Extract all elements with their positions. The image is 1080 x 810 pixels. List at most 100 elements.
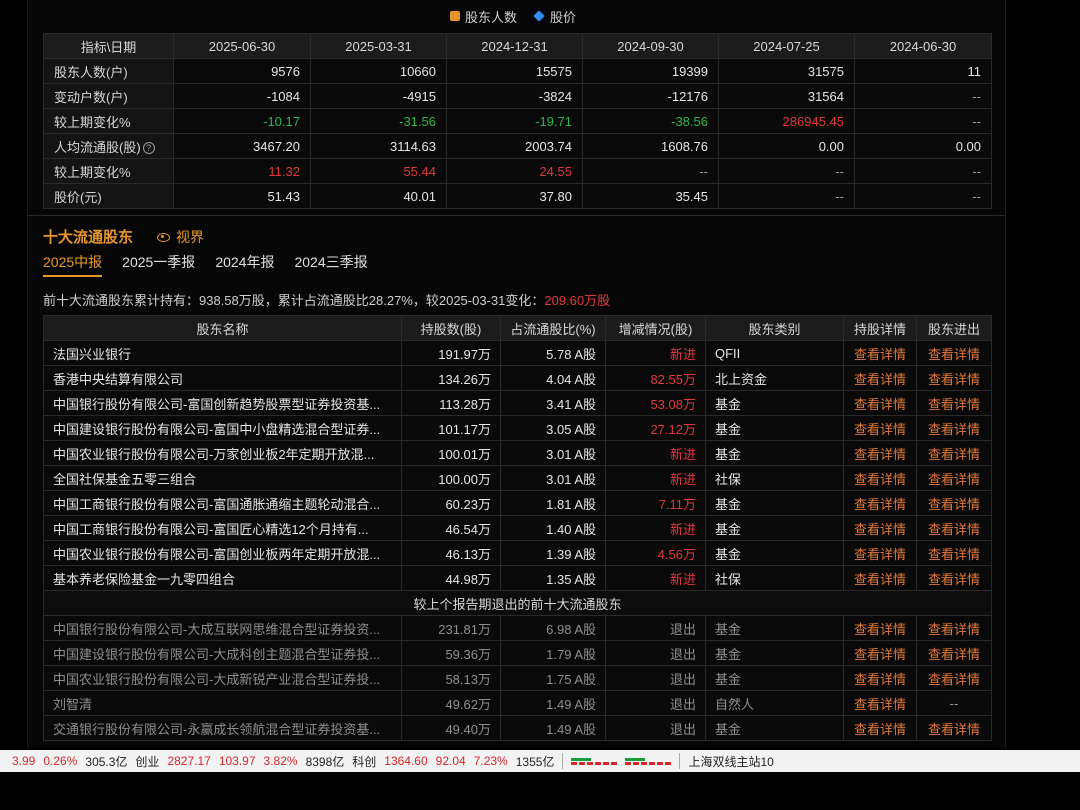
holder-flow-link[interactable]: 查看详情 bbox=[916, 565, 992, 591]
help-icon[interactable]: ? bbox=[142, 142, 155, 155]
cell-value: 286945.45 bbox=[718, 108, 855, 134]
holder-ratio: 1.35 A股 bbox=[500, 565, 606, 591]
chart-legend: 股东人数 股价 bbox=[450, 6, 576, 26]
exited-holder-row: 中国银行股份有限公司-大成互联网思维混合型证券投资... 231.81万 6.98 … bbox=[43, 615, 992, 641]
tab-report[interactable]: 2024三季报 bbox=[294, 252, 367, 277]
holder-name: 中国农业银行股份有限公司-万家创业板2年定期开放混... bbox=[43, 440, 402, 466]
cell-value: 37.80 bbox=[446, 183, 583, 209]
holder-flow-link[interactable]: 查看详情 bbox=[916, 640, 992, 666]
holder-flow-link[interactable]: 查看详情 bbox=[916, 440, 992, 466]
holding-detail-link[interactable]: 查看详情 bbox=[843, 490, 917, 516]
holder-flow-link[interactable]: 查看详情 bbox=[916, 415, 992, 441]
cell-value: 40.01 bbox=[310, 183, 447, 209]
holder-ratio: 1.49 A股 bbox=[500, 715, 606, 741]
cell-value: -31.56 bbox=[310, 108, 447, 134]
holding-detail-link[interactable]: 查看详情 bbox=[843, 515, 917, 541]
holding-detail-link[interactable]: 查看详情 bbox=[843, 390, 917, 416]
holder-shares: 113.28万 bbox=[401, 390, 501, 416]
holder-flow-link[interactable]: 查看详情 bbox=[916, 465, 992, 491]
holder-name: 中国银行股份有限公司-大成互联网思维混合型证券投资... bbox=[43, 615, 402, 641]
holder-name: 中国农业银行股份有限公司-大成新锐产业混合型证券投... bbox=[43, 665, 402, 691]
header-date: 2024-07-25 bbox=[718, 33, 855, 59]
tab-report[interactable]: 2024年报 bbox=[215, 252, 274, 277]
status-item: 92.04 bbox=[435, 754, 466, 768]
holder-flow-link[interactable]: 查看详情 bbox=[916, 490, 992, 516]
status-item: 创业 bbox=[135, 754, 160, 769]
holding-detail-link[interactable]: 查看详情 bbox=[843, 340, 917, 366]
holder-row: 中国农业银行股份有限公司-万家创业板2年定期开放混... 100.01万 3.01 … bbox=[43, 440, 992, 466]
view-button[interactable]: 视界 bbox=[157, 227, 204, 247]
legend-item-price[interactable]: 股价 bbox=[533, 7, 576, 26]
holder-flow-link[interactable]: 查看详情 bbox=[916, 365, 992, 391]
holder-name: 中国工商银行股份有限公司-富国匠心精选12个月持有... bbox=[43, 515, 402, 541]
row-label: 股价(元) bbox=[43, 183, 174, 209]
server-label[interactable]: 上海双线主站10 bbox=[688, 753, 773, 770]
table-row: 变动户数(户) -1084 -4915 -3824 -12176 31564 -- bbox=[43, 83, 992, 109]
cell-value: -- bbox=[854, 158, 992, 184]
holder-name: 法国兴业银行 bbox=[43, 340, 402, 366]
holding-detail-link[interactable]: 查看详情 bbox=[843, 665, 917, 691]
holder-type: 基金 bbox=[705, 390, 844, 416]
holding-detail-link[interactable]: 查看详情 bbox=[843, 690, 917, 716]
holding-detail-link[interactable]: 查看详情 bbox=[843, 440, 917, 466]
holding-detail-link[interactable]: 查看详情 bbox=[843, 365, 917, 391]
holder-ratio: 5.78 A股 bbox=[500, 340, 606, 366]
header-cell: 占流通股比(%) bbox=[500, 315, 606, 341]
holder-shares: 60.23万 bbox=[401, 490, 501, 516]
holding-detail-link[interactable]: 查看详情 bbox=[843, 465, 917, 491]
holder-shares: 49.40万 bbox=[401, 715, 501, 741]
table-header: 股东名称 持股数(股) 占流通股比(%) 增减情况(股) 股东类别 持股详情 股东进出 bbox=[43, 315, 992, 341]
holder-name: 中国建设银行股份有限公司-富国中小盘精选混合型证券... bbox=[43, 415, 402, 441]
holder-type: 社保 bbox=[705, 465, 844, 491]
holder-change: 53.08万 bbox=[605, 390, 706, 416]
section-title: 十大流通股东 bbox=[43, 229, 134, 246]
holder-name: 中国工商银行股份有限公司-富国通胀通缩主题轮动混合... bbox=[43, 490, 402, 516]
holder-flow-link[interactable]: 查看详情 bbox=[916, 515, 992, 541]
holding-detail-link[interactable]: 查看详情 bbox=[843, 615, 917, 641]
tab-report[interactable]: 2025中报 bbox=[43, 252, 103, 277]
holder-flow-link[interactable]: 查看详情 bbox=[916, 340, 992, 366]
holder-type: 基金 bbox=[705, 665, 844, 691]
holder-ratio: 1.79 A股 bbox=[500, 640, 606, 666]
status-item: 3.82% bbox=[263, 754, 298, 768]
holder-type: 基金 bbox=[705, 640, 844, 666]
holder-row: 中国银行股份有限公司-富国创新趋势股票型证券投资基... 113.28万 3.41 … bbox=[43, 390, 992, 416]
header-date: 2024-06-30 bbox=[854, 33, 992, 59]
holder-type: 基金 bbox=[705, 440, 844, 466]
holder-shares: 101.17万 bbox=[401, 415, 501, 441]
holding-detail-link[interactable]: 查看详情 bbox=[843, 565, 917, 591]
holding-detail-link[interactable]: 查看详情 bbox=[843, 715, 917, 741]
signal-bar bbox=[625, 761, 672, 765]
holder-change: 7.11万 bbox=[605, 490, 706, 516]
tab-report[interactable]: 2025一季报 bbox=[122, 252, 195, 277]
holding-detail-link[interactable]: 查看详情 bbox=[843, 640, 917, 666]
signal-icon bbox=[625, 757, 672, 765]
eye-icon bbox=[157, 232, 170, 242]
holder-flow-link[interactable]: 查看详情 bbox=[916, 665, 992, 691]
cell-value: 9576 bbox=[173, 58, 311, 84]
row-label: 较上期变化% bbox=[43, 108, 174, 134]
cell-value: -19.71 bbox=[446, 108, 583, 134]
header-indicator: 指标\日期 bbox=[43, 33, 174, 59]
row-label: 股东人数(户) bbox=[43, 58, 174, 84]
cell-value: 3114.63 bbox=[310, 133, 447, 159]
holding-detail-link[interactable]: 查看详情 bbox=[843, 415, 917, 441]
holder-name: 香港中央结算有限公司 bbox=[43, 365, 402, 391]
holder-flow-link[interactable]: 查看详情 bbox=[916, 715, 992, 741]
table-row: 较上期变化% 11.32 55.44 24.55 -- -- -- bbox=[43, 158, 992, 184]
cell-value: 0.00 bbox=[854, 133, 992, 159]
holder-name: 基本养老保险基金一九零四组合 bbox=[43, 565, 402, 591]
cell-value: -- bbox=[854, 183, 992, 209]
holder-flow-link[interactable]: 查看详情 bbox=[916, 540, 992, 566]
holder-flow-link[interactable]: 查看详情 bbox=[916, 615, 992, 641]
legend-item-holders[interactable]: 股东人数 bbox=[450, 7, 517, 26]
holder-ratio: 1.81 A股 bbox=[500, 490, 606, 516]
holder-flow-link[interactable]: 查看详情 bbox=[916, 390, 992, 416]
holder-change: 退出 bbox=[605, 715, 706, 741]
holder-ratio: 6.98 A股 bbox=[500, 615, 606, 641]
holder-type: QFII bbox=[705, 340, 844, 366]
holding-detail-link[interactable]: 查看详情 bbox=[843, 540, 917, 566]
holder-change: 27.12万 bbox=[605, 415, 706, 441]
holder-name: 中国建设银行股份有限公司-大成科创主题混合型证券投... bbox=[43, 640, 402, 666]
exited-title: 较上个报告期退出的前十大流通股东 bbox=[43, 590, 992, 616]
